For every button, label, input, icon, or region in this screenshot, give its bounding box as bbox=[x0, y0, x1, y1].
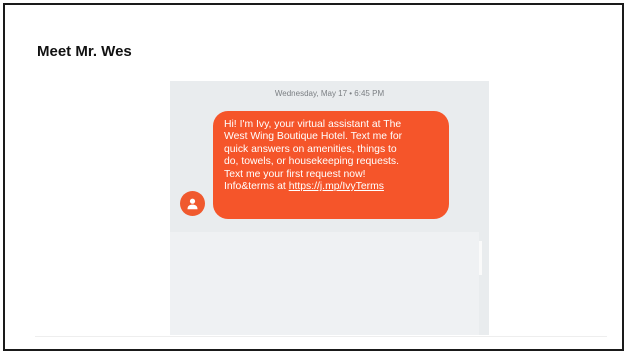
person-icon bbox=[187, 198, 198, 210]
conversation-timestamp: Wednesday, May 17 • 6:45 PM bbox=[274, 89, 385, 98]
slide-frame: Meet Mr. Wes Wednesday, May 17 • 6:45 PM… bbox=[3, 3, 624, 351]
conversation-screenshot: Wednesday, May 17 • 6:45 PM Hi! I'm Ivy,… bbox=[170, 81, 489, 335]
message-bubble: Hi! I'm Ivy, your virtual assistant at T… bbox=[213, 111, 449, 219]
slide-title: Meet Mr. Wes bbox=[37, 43, 132, 60]
compose-area[interactable] bbox=[170, 232, 479, 335]
terms-link[interactable]: https://j.mp/IvyTerms bbox=[289, 181, 384, 192]
bottom-divider bbox=[35, 336, 607, 337]
scrollbar[interactable] bbox=[479, 241, 482, 275]
sender-avatar bbox=[180, 191, 205, 216]
